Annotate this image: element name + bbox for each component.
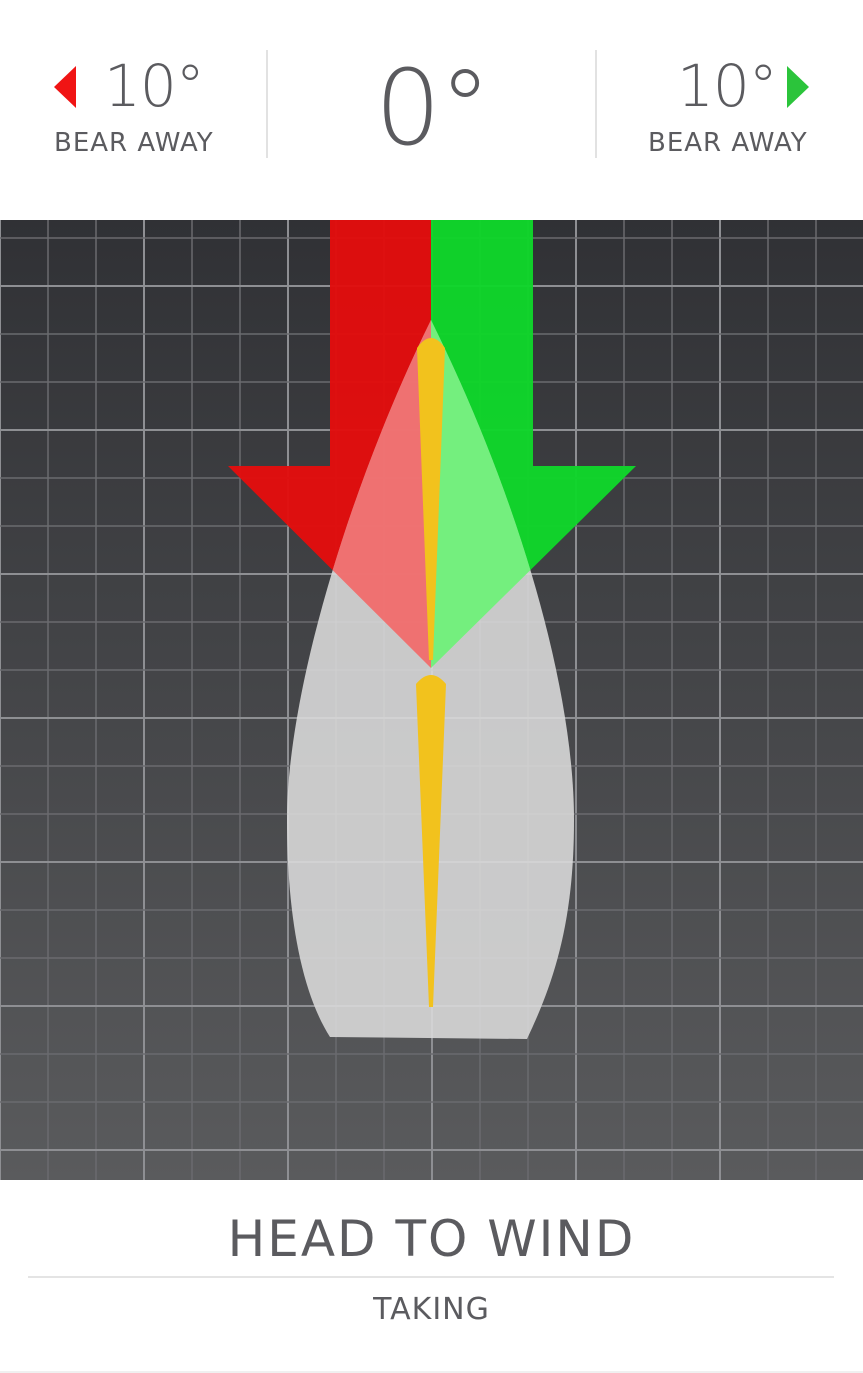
port-angle-value: 10° — [104, 52, 205, 120]
boat-visualization — [0, 220, 863, 1180]
footer-divider — [28, 1276, 834, 1278]
left-triangle-icon — [54, 66, 76, 108]
footer-panel: HEAD TO WIND TAKING — [0, 1180, 863, 1373]
right-triangle-icon — [787, 66, 809, 108]
boat-canvas — [0, 220, 863, 1180]
heading-header: 10° BEAR AWAY 0° 10° BEAR AWAY — [0, 0, 863, 220]
maneuver-status: TAKING — [373, 1292, 490, 1327]
port-bear-away-label: BEAR AWAY — [54, 128, 214, 158]
starboard-bear-away-label: BEAR AWAY — [648, 128, 808, 158]
starboard-angle-value: 10° — [677, 52, 778, 120]
right-divider — [595, 50, 597, 158]
sailing-mode-label: HEAD TO WIND — [227, 1210, 636, 1268]
heading-angle-value: 0° — [374, 47, 491, 169]
